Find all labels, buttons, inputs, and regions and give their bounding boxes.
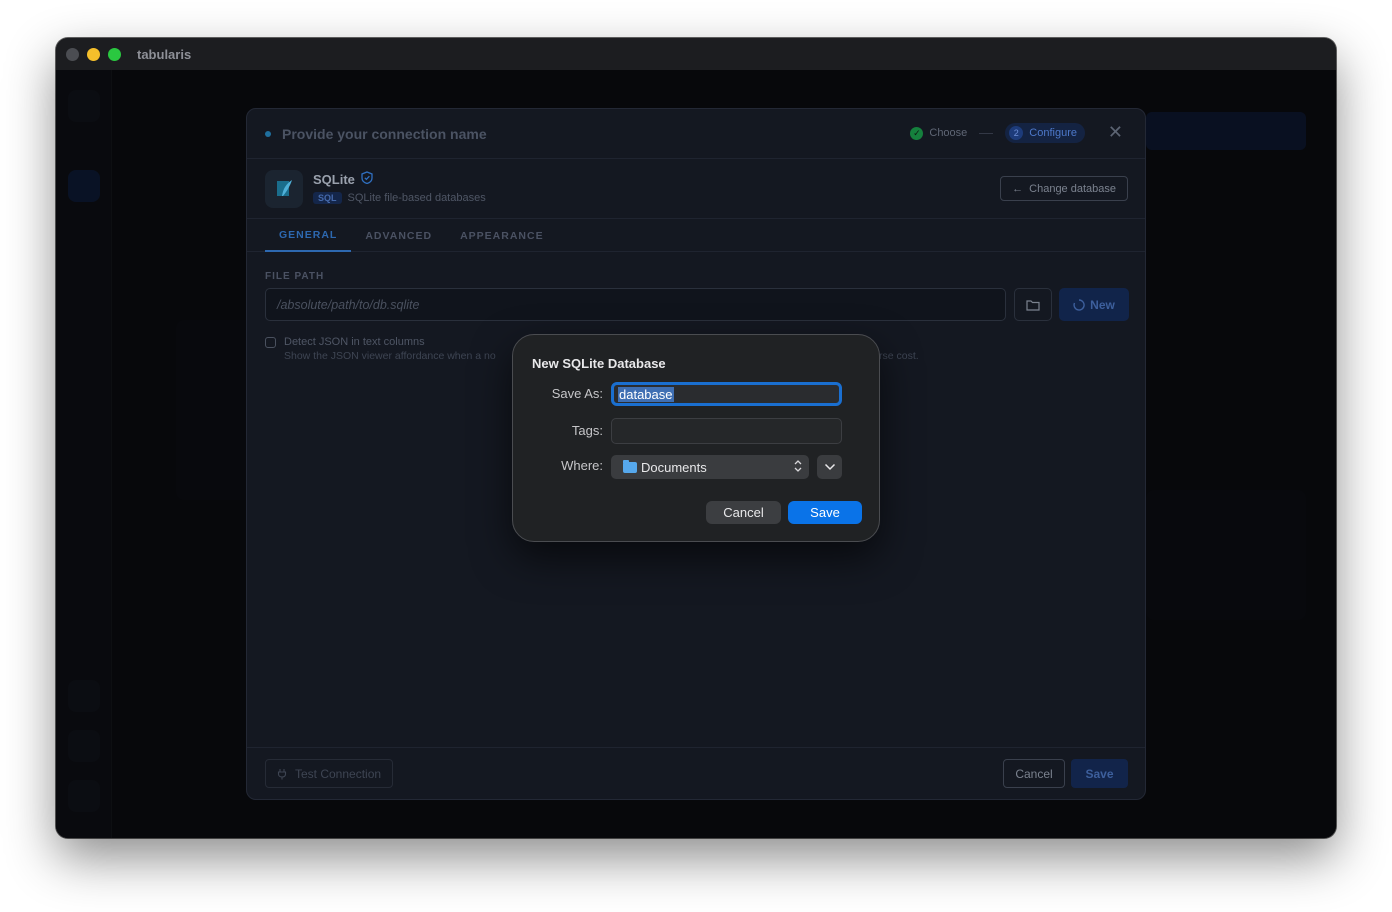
database-header: SQLite SQL SQLite file-based databases ←… [247, 159, 1145, 219]
tags-label: Tags: [571, 423, 603, 438]
database-subtitle: SQL SQLite file-based databases [313, 192, 486, 204]
step-choose[interactable]: Choose [929, 127, 967, 139]
tab-appearance[interactable]: APPEARANCE [446, 219, 558, 252]
close-window-button[interactable] [66, 47, 79, 61]
modal-footer: Test Connection Cancel Save [247, 747, 1145, 799]
modal-header: Provide your connection name ✓ Choose 2 … [247, 109, 1145, 159]
file-path-input[interactable]: /absolute/path/to/db.sqlite [265, 288, 1006, 321]
browse-folder-button[interactable] [1014, 288, 1052, 321]
sqlite-icon [265, 170, 303, 208]
sql-badge: SQL [313, 192, 342, 204]
test-connection-label: Test Connection [295, 766, 382, 781]
chevron-down-icon [824, 463, 835, 471]
database-description: SQLite file-based databases [347, 192, 486, 204]
expand-browser-button[interactable] [817, 455, 842, 479]
step-label: Configure [1029, 127, 1077, 139]
step-separator [979, 132, 994, 134]
tab-general[interactable]: GENERAL [265, 219, 352, 252]
tab-advanced[interactable]: ADVANCED [351, 219, 446, 252]
folder-icon [1026, 299, 1040, 311]
change-database-label: Change database [1029, 182, 1116, 195]
where-selected-value: Documents [641, 459, 707, 475]
app-window: tabularis Provide your connection name ✓… [56, 38, 1336, 838]
where-label: Where: [561, 458, 603, 473]
save-dialog-save-button[interactable]: Save [788, 501, 862, 524]
file-path-label: FILE PATH [265, 271, 325, 282]
folder-icon [623, 459, 637, 473]
cancel-button[interactable]: Cancel [1003, 759, 1065, 788]
loading-spinner-icon [1073, 298, 1085, 311]
check-icon: ✓ [910, 126, 924, 140]
detect-json-checkbox[interactable] [265, 337, 276, 348]
plug-icon [277, 768, 287, 779]
save-dialog-title: New SQLite Database [532, 356, 666, 371]
save-as-selected-text: database [618, 386, 674, 402]
new-database-save-dialog: New SQLite Database Save As: database Ta… [512, 334, 880, 542]
new-database-label: New [1090, 297, 1115, 312]
save-as-label: Save As: [551, 386, 603, 401]
new-database-button[interactable]: New [1059, 288, 1129, 321]
test-connection-button[interactable]: Test Connection [265, 759, 394, 788]
change-database-button[interactable]: ← Change database [1000, 176, 1128, 201]
config-tabs: GENERAL ADVANCED APPEARANCE [247, 219, 1145, 252]
close-icon[interactable]: ✕ [1108, 123, 1123, 141]
save-dialog-cancel-button[interactable]: Cancel [706, 501, 781, 524]
sqlite-logo-icon [277, 180, 292, 196]
wizard-steps: ✓ Choose 2 Configure [910, 123, 1085, 143]
detect-json-description-tail: rse cost. [879, 350, 919, 362]
status-dot [265, 130, 271, 137]
up-down-chevron-icon [794, 459, 802, 475]
minimize-window-button[interactable] [87, 47, 100, 61]
maximize-window-button[interactable] [108, 47, 121, 61]
database-name: SQLite [313, 171, 373, 187]
database-name-text: SQLite [313, 171, 355, 187]
where-select[interactable]: Documents [611, 455, 809, 479]
connection-name-field[interactable]: Provide your connection name [282, 126, 487, 142]
traffic-lights [66, 47, 121, 61]
tags-input[interactable] [611, 418, 842, 444]
step-number: 2 [1009, 126, 1024, 140]
detect-json-description: Show the JSON viewer affordance when a n… [284, 350, 496, 362]
detect-json-label: Detect JSON in text columns [284, 336, 425, 348]
shield-check-icon [361, 171, 373, 187]
arrow-left-icon: ← [1012, 182, 1024, 195]
window-title: tabularis [137, 46, 192, 62]
save-button[interactable]: Save [1071, 759, 1128, 788]
save-as-input[interactable]: database [611, 382, 842, 406]
title-bar: tabularis [56, 38, 1336, 70]
step-configure[interactable]: 2 Configure [1005, 123, 1085, 143]
